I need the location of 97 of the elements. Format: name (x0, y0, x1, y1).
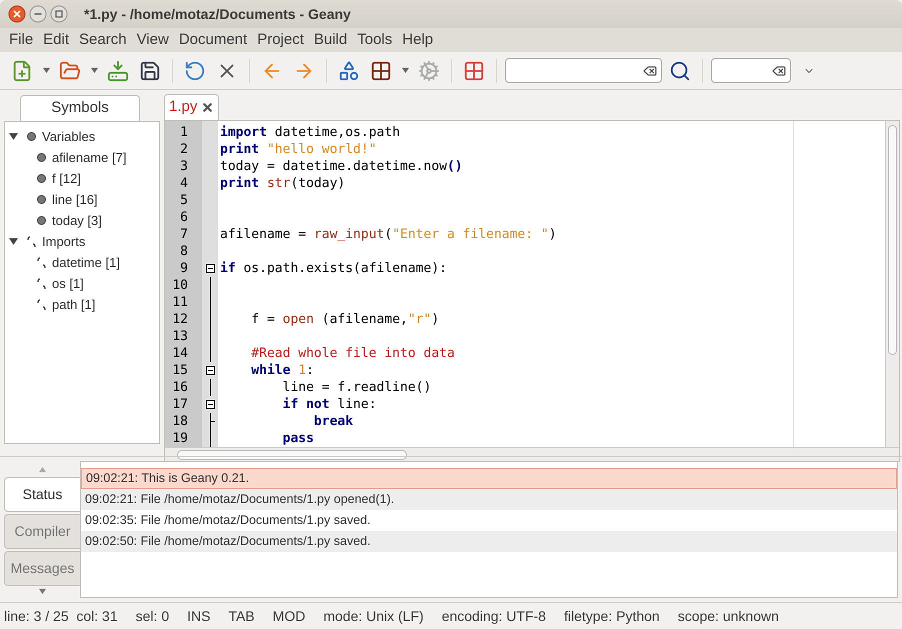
line-number: 9 (179, 260, 189, 277)
message-tab[interactable]: Status (4, 477, 80, 512)
code-line: while 1: (250, 362, 314, 379)
line-number: 19 (171, 430, 189, 447)
variable-icon (37, 216, 46, 225)
fold-marker-icon[interactable] (206, 400, 214, 409)
line-number: 10 (171, 277, 189, 294)
line-number: 7 (179, 226, 189, 243)
close-icon[interactable] (201, 101, 214, 114)
expander-icon[interactable] (9, 237, 18, 246)
code-line: pass (282, 430, 314, 447)
line-number: 11 (171, 294, 189, 311)
variable-icon (37, 174, 46, 183)
minimize-icon[interactable] (29, 5, 47, 23)
menu-item[interactable]: Help (397, 28, 438, 52)
status-item: filetype: Python (564, 606, 660, 626)
status-item: sel: 0 (136, 606, 170, 626)
variable-icon (37, 195, 46, 204)
code-line: today = datetime.datetime.now() (219, 158, 463, 175)
symbol-label[interactable]: Variables (42, 126, 96, 146)
status-item: line: 3 / 25 col: 31 (4, 606, 118, 626)
maximize-icon[interactable] (50, 5, 68, 23)
line-number: 2 (179, 141, 189, 158)
line-number: 17 (171, 396, 189, 413)
menu-item[interactable]: File (4, 28, 38, 52)
menu-item[interactable]: View (132, 28, 174, 52)
menu-item[interactable]: Tools (352, 28, 398, 52)
status-item: mode: Unix (LF) (323, 606, 424, 626)
symbol-label[interactable]: today [3] (52, 210, 102, 230)
variable-icon (27, 132, 36, 141)
variable-icon (37, 153, 46, 162)
fold-marker-icon[interactable] (206, 264, 214, 273)
symbol-label[interactable]: datetime [1] (52, 252, 120, 272)
line-number: 5 (179, 192, 189, 209)
symbol-label[interactable]: line [16] (52, 190, 98, 210)
scrollbar-thumb[interactable] (888, 125, 897, 355)
code-line: f = open (afilename,"r") (250, 311, 440, 328)
line-number: 1 (179, 124, 189, 141)
status-item: encoding: UTF-8 (442, 606, 546, 626)
status-item: MOD (272, 606, 306, 626)
window-title: *1.py - /home/motaz/Documents - Geany (84, 4, 351, 24)
code-line: afilename = raw_input("Enter a filename: ") (219, 226, 557, 243)
line-number: 16 (171, 379, 189, 396)
dropdown-caret-icon[interactable] (402, 67, 408, 74)
menu-item[interactable]: Edit (38, 28, 74, 52)
dropdown-caret-icon[interactable] (42, 67, 50, 74)
code-line: #Read whole file into data (250, 345, 455, 362)
menu-item[interactable]: Build (308, 28, 352, 52)
code-line: break (312, 413, 354, 430)
file-tab[interactable]: 1.py (164, 94, 220, 120)
code-line: if not line: (282, 396, 377, 413)
symbol-label[interactable]: Imports (42, 232, 86, 252)
symbol-label[interactable]: path [1] (52, 294, 96, 314)
message-row[interactable]: 09:02:50: File /home/motaz/Documents/1.py saved. (81, 531, 897, 552)
status-item: scope: unknown (678, 606, 779, 626)
close-icon[interactable] (8, 5, 26, 23)
code-line: import datetime,os.path (219, 124, 400, 141)
dropdown-caret-icon[interactable] (90, 67, 98, 74)
status-item: INS (187, 606, 210, 626)
expander-icon[interactable] (9, 132, 18, 141)
braces-icon (37, 278, 46, 290)
code-line: print "hello world!" (219, 141, 377, 158)
braces-icon (37, 256, 46, 268)
goto-line-field[interactable] (711, 58, 791, 83)
fold-marker-icon[interactable] (206, 366, 214, 375)
symbol-label[interactable]: afilename [7] (52, 148, 126, 168)
code-line: line = f.readline() (282, 379, 432, 396)
symbol-label[interactable]: f [12] (52, 168, 81, 188)
line-number: 13 (171, 328, 189, 345)
scrollbar-thumb[interactable] (177, 450, 407, 460)
line-number: 15 (171, 362, 189, 379)
clear-icon[interactable] (643, 64, 657, 78)
line-number: 14 (171, 345, 189, 362)
code-line: print str(today) (219, 175, 346, 192)
menu-item[interactable]: Document (174, 28, 252, 52)
line-number: 12 (171, 311, 189, 328)
menu-item[interactable]: Search (74, 28, 132, 52)
fold-end-line (210, 413, 214, 430)
status-item: TAB (228, 606, 255, 626)
menu-item[interactable]: Project (252, 28, 309, 52)
line-number: 6 (179, 209, 189, 226)
braces-icon (37, 298, 46, 310)
line-number: 3 (179, 158, 189, 175)
symbol-label[interactable]: os [1] (52, 274, 84, 294)
sidebar-tab[interactable]: Symbols (20, 95, 140, 121)
vertical-scrollbar[interactable] (885, 121, 899, 447)
line-number: 18 (171, 413, 189, 430)
line-number: 4 (179, 175, 189, 192)
search-field[interactable] (505, 58, 662, 83)
message-row[interactable]: 09:02:21: This is Geany 0.21. (81, 468, 897, 489)
braces-icon (27, 236, 36, 248)
code-line: if os.path.exists(afilename): (219, 260, 447, 277)
line-number: 8 (179, 243, 189, 260)
message-row[interactable]: 09:02:21: File /home/motaz/Documents/1.py opened(1). (81, 489, 897, 510)
clear-icon[interactable] (772, 64, 786, 78)
horizontal-scrollbar[interactable] (165, 447, 899, 461)
scroll-down-icon[interactable] (38, 588, 46, 595)
